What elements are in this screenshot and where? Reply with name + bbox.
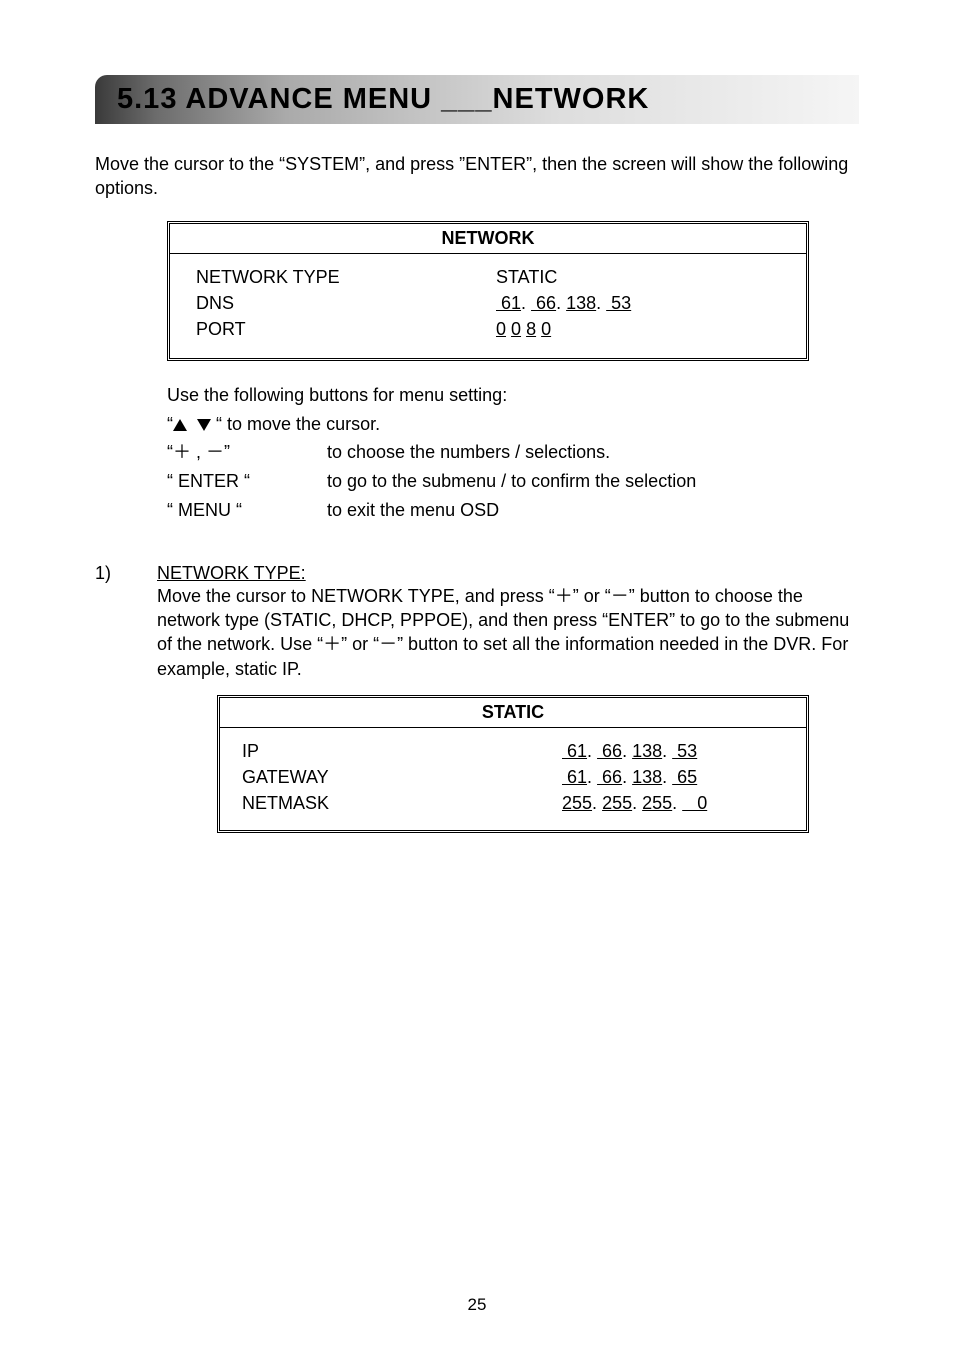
value-gateway: 61. 66. 138. 65 xyxy=(562,764,784,790)
instr-line-enter: “ ENTER “ to go to the submenu / to conf… xyxy=(167,467,859,496)
value-port: 0 0 8 0 xyxy=(496,316,780,342)
nm-octet-3: 255 xyxy=(642,793,672,813)
dns-dot-1: . xyxy=(521,293,531,313)
page-number: 25 xyxy=(0,1295,954,1315)
static-row-netmask: NETMASK 255. 255. 255. 0 xyxy=(242,790,784,816)
label-dns: DNS xyxy=(196,290,496,316)
nm-octet-4: 0 xyxy=(682,793,707,813)
label-netmask: NETMASK xyxy=(242,790,562,816)
value-ip: 61. 66. 138. 53 xyxy=(562,738,784,764)
arrow-up-icon xyxy=(173,419,187,431)
instr-desc-plusminus: to choose the numbers / selections. xyxy=(327,438,610,467)
section-heading-text: 5.13 ADVANCE MENU ___NETWORK xyxy=(117,83,649,115)
dns-octet-2: 66 xyxy=(531,293,556,313)
section-network-type: 1) NETWORK TYPE: Move the cursor to NETW… xyxy=(95,563,859,833)
port-digit-1: 0 xyxy=(496,319,506,339)
ip-octet-2: 66 xyxy=(597,741,622,761)
instr-key-enter: “ ENTER “ xyxy=(167,467,327,496)
gw-octet-2: 66 xyxy=(597,767,622,787)
value-netmask: 255. 255. 255. 0 xyxy=(562,790,784,816)
dns-octet-4: 53 xyxy=(606,293,631,313)
arrow-down-icon xyxy=(197,419,211,431)
dns-octet-3: 138 xyxy=(566,293,596,313)
ip-octet-3: 138 xyxy=(632,741,662,761)
section-title: NETWORK TYPE: xyxy=(157,563,859,584)
dns-dot-2: . xyxy=(556,293,566,313)
label-ip: IP xyxy=(242,738,562,764)
instr-desc-menu: to exit the menu OSD xyxy=(327,496,499,525)
ip-octet-4: 53 xyxy=(672,741,697,761)
instructions-block: Use the following buttons for menu setti… xyxy=(167,381,859,525)
dns-dot-3: . xyxy=(596,293,606,313)
nm-octet-1: 255 xyxy=(562,793,592,813)
label-port: PORT xyxy=(196,316,496,342)
section-number: 1) xyxy=(95,563,157,833)
port-digit-2: 0 xyxy=(511,319,521,339)
instr-key-plusminus: “＋ , －” xyxy=(167,438,327,467)
instr-desc-enter: to go to the submenu / to confirm the se… xyxy=(327,467,696,496)
label-gateway: GATEWAY xyxy=(242,764,562,790)
section-body: Move the cursor to NETWORK TYPE, and pre… xyxy=(157,584,859,681)
port-digit-3: 8 xyxy=(526,319,536,339)
instr-line-plusminus: “＋ , －” to choose the numbers / selectio… xyxy=(167,438,859,467)
instr-key-menu: “ MENU “ xyxy=(167,496,327,525)
network-row-type: NETWORK TYPE STATIC xyxy=(196,264,780,290)
network-row-port: PORT 0 0 8 0 xyxy=(196,316,780,342)
section-heading-bar: 5.13 ADVANCE MENU ___NETWORK xyxy=(95,75,859,124)
intro-paragraph: Move the cursor to the “SYSTEM”, and pre… xyxy=(95,152,859,201)
network-panel-title: NETWORK xyxy=(170,224,806,254)
static-panel-title: STATIC xyxy=(220,698,806,728)
network-panel: NETWORK NETWORK TYPE STATIC DNS 61. 66. … xyxy=(167,221,809,361)
label-network-type: NETWORK TYPE xyxy=(196,264,496,290)
instr-line-cursor: “ “ to move the cursor. xyxy=(167,410,859,439)
gw-octet-1: 61 xyxy=(562,767,587,787)
instr-line-menu: “ MENU “ to exit the menu OSD xyxy=(167,496,859,525)
value-network-type: STATIC xyxy=(496,264,780,290)
static-row-gateway: GATEWAY 61. 66. 138. 65 xyxy=(242,764,784,790)
instr-line-intro: Use the following buttons for menu setti… xyxy=(167,381,859,410)
gw-octet-4: 65 xyxy=(672,767,697,787)
gw-octet-3: 138 xyxy=(632,767,662,787)
cursor-rest: “ to move the cursor. xyxy=(211,414,380,434)
static-row-ip: IP 61. 66. 138. 53 xyxy=(242,738,784,764)
network-row-dns: DNS 61. 66. 138. 53 xyxy=(196,290,780,316)
dns-octet-1: 61 xyxy=(496,293,521,313)
nm-octet-2: 255 xyxy=(602,793,632,813)
value-dns: 61. 66. 138. 53 xyxy=(496,290,780,316)
ip-octet-1: 61 xyxy=(562,741,587,761)
static-panel: STATIC IP 61. 66. 138. 53 GATEWAY 61. 66… xyxy=(217,695,809,833)
port-digit-4: 0 xyxy=(541,319,551,339)
